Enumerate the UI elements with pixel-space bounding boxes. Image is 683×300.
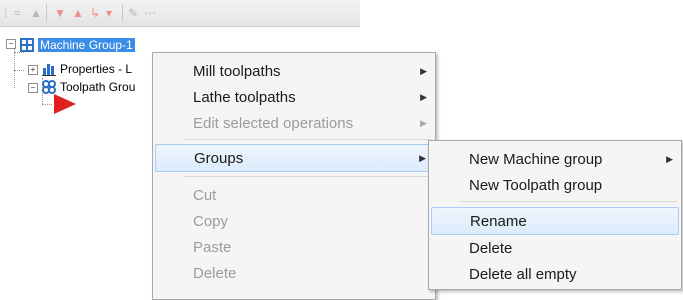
toolbar-dropdown-arrow-icon[interactable]: ▾ (106, 5, 112, 21)
tree-connector (42, 104, 52, 105)
expand-toggle[interactable]: − (6, 39, 16, 49)
tree-node-properties[interactable]: Properties - L (60, 62, 132, 76)
menu-item-label: Groups (194, 150, 244, 167)
toolbar-wand-icon[interactable]: ✎ (128, 5, 138, 21)
menu-item-edit-selected-operations: Edit selected operations ▶ (153, 112, 435, 134)
expand-toggle[interactable]: + (28, 65, 38, 75)
toolpath-group-icon (42, 80, 56, 94)
menu-separator (183, 139, 431, 140)
menu-item-label: New Machine group (469, 151, 603, 168)
properties-icon (42, 64, 56, 76)
menu-item-label: Delete (193, 265, 237, 282)
menu-item-groups[interactable]: Groups ▶ (155, 144, 433, 172)
submenu-arrow-icon: ▶ (420, 92, 427, 102)
submenu-arrow-icon: ▶ (420, 118, 427, 128)
toolbar-insert-arrow-icon[interactable]: ↳ (90, 5, 100, 21)
toolbar-up-arrow-icon[interactable]: ▲ (72, 5, 84, 21)
toolbar-down-arrow-icon[interactable]: ▼ (54, 5, 66, 21)
groups-submenu: New Machine group ▶ New Toolpath group R… (428, 140, 682, 290)
toolbar-separator (46, 4, 47, 22)
menu-item-label: Delete (469, 240, 513, 257)
submenu-arrow-icon: ▶ (419, 153, 426, 163)
tree-node-machine-group[interactable]: Machine Group-1 (38, 38, 135, 52)
menu-item-label: Delete all empty (469, 266, 577, 283)
menu-item-new-toolpath-group[interactable]: New Toolpath group (429, 174, 681, 196)
toolbar-overflow-icon[interactable]: ⋯ (144, 5, 156, 21)
insert-arrow-icon[interactable] (54, 94, 76, 114)
machine-group-icon (20, 38, 34, 52)
menu-item-delete: Delete (153, 262, 435, 284)
menu-item-label: Lathe toolpaths (193, 89, 296, 106)
toolbar-grip-icon: ⁞ (4, 6, 8, 20)
expand-toggle[interactable]: − (28, 83, 38, 93)
tree-node-toolpath-group[interactable]: Toolpath Grou (60, 80, 135, 94)
tree-connector (14, 70, 24, 71)
menu-item-label: Edit selected operations (193, 115, 354, 132)
submenu-arrow-icon: ▶ (420, 66, 427, 76)
menu-item-label: Rename (470, 213, 527, 230)
menu-item-copy: Copy (153, 210, 435, 232)
menu-separator (183, 176, 431, 177)
menu-item-label: Cut (193, 187, 217, 204)
menu-item-cut: Cut (153, 184, 435, 206)
submenu-arrow-icon: ▶ (666, 154, 673, 164)
menu-item-paste: Paste (153, 236, 435, 258)
menu-item-rename[interactable]: Rename (431, 207, 679, 235)
menu-item-new-machine-group[interactable]: New Machine group ▶ (429, 148, 681, 170)
toolbar-stack-icon[interactable]: ▲ (30, 5, 42, 21)
tree-connector (14, 52, 24, 53)
menu-item-label: New Toolpath group (469, 177, 603, 194)
menu-item-delete-group[interactable]: Delete (429, 237, 681, 259)
context-menu: Mill toolpaths ▶ Lathe toolpaths ▶ Edit … (152, 52, 436, 300)
menu-item-mill-toolpaths[interactable]: Mill toolpaths ▶ (153, 60, 435, 82)
menu-item-label: Mill toolpaths (193, 63, 281, 80)
menu-item-delete-all-empty[interactable]: Delete all empty (429, 263, 681, 285)
toolbar: ⁞ ≈ ▲ ▼ ▲ ↳ ▾ ✎ ⋯ (0, 0, 360, 27)
toolbar-separator (122, 4, 123, 22)
menu-item-label: Copy (193, 213, 229, 230)
menu-item-label: Paste (193, 239, 232, 256)
menu-item-lathe-toolpaths[interactable]: Lathe toolpaths ▶ (153, 86, 435, 108)
menu-separator (459, 201, 677, 202)
toolbar-wave-icon[interactable]: ≈ (14, 5, 21, 21)
